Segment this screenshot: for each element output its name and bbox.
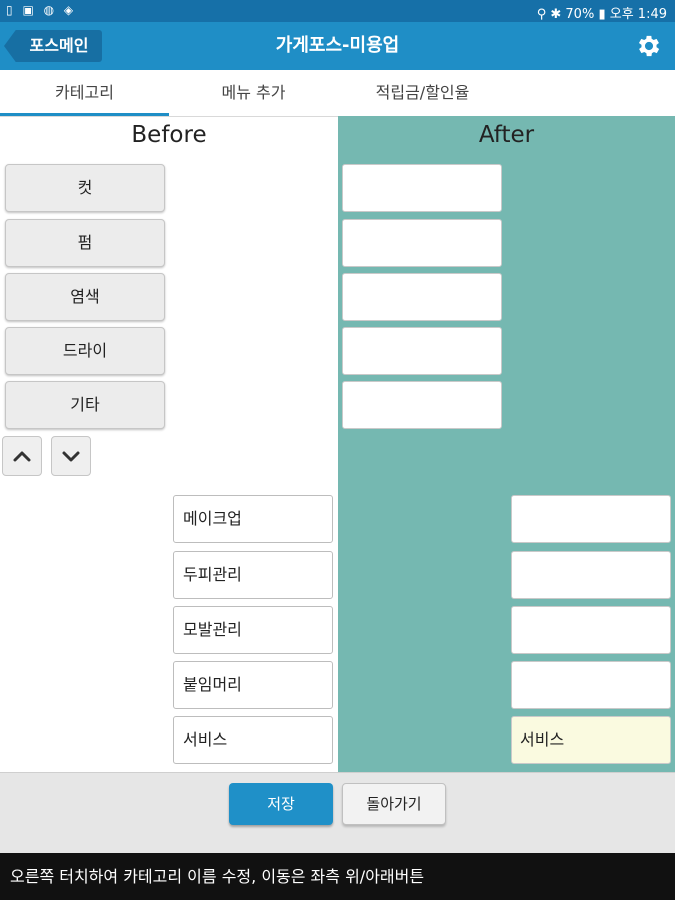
battery-percent: 70% — [565, 7, 595, 22]
file-icon: ▯ — [6, 3, 16, 17]
before-category-5[interactable]: 기타 — [5, 381, 165, 429]
signal-icon: ✱ — [550, 7, 562, 22]
before-sub-item-5[interactable]: 서비스 — [173, 716, 333, 764]
after-category-5[interactable] — [342, 381, 502, 429]
circle-icon: ◍ — [43, 3, 58, 17]
after-category-4[interactable] — [342, 327, 502, 375]
after-sub-item-1[interactable] — [511, 495, 671, 543]
move-down-button[interactable] — [51, 436, 91, 476]
before-sub-item-2[interactable]: 두피관리 — [173, 551, 333, 599]
after-category-1[interactable] — [342, 164, 502, 212]
before-category-3[interactable]: 염색 — [5, 273, 165, 321]
after-sub-item-5[interactable]: 서비스 — [511, 716, 671, 764]
after-sub-item-3[interactable] — [511, 606, 671, 654]
save-button[interactable]: 저장 — [229, 783, 333, 825]
tab-points-discount[interactable]: 적립금/할인율 — [338, 70, 507, 116]
tab-category[interactable]: 카테고리 — [0, 70, 169, 116]
image-icon: ▣ — [22, 3, 37, 17]
pos-main-back-button[interactable]: 포스메인 — [4, 30, 102, 62]
help-message: 오른쪽 터치하여 카테고리 이름 수정, 이동은 좌측 위/아래버튼 — [0, 853, 675, 900]
box-icon: ◈ — [63, 3, 77, 17]
tab-menu-add[interactable]: 메뉴 추가 — [169, 70, 338, 116]
before-sub-item-3[interactable]: 모발관리 — [173, 606, 333, 654]
footer-actions: 저장 돌아가기 — [0, 772, 675, 854]
after-heading: After — [478, 122, 535, 148]
location-icon: ⚲ — [536, 7, 547, 22]
tab-bar: 카테고리 메뉴 추가 적립금/할인율 — [0, 70, 675, 117]
battery-icon: ▮ — [598, 7, 606, 22]
after-category-3[interactable] — [342, 273, 502, 321]
app-bar: 가게포스-미용업 포스메인 — [0, 22, 675, 70]
before-sub-item-1[interactable]: 메이크업 — [173, 495, 333, 543]
clock: 오후 1:49 — [609, 7, 667, 22]
before-category-1[interactable]: 컷 — [5, 164, 165, 212]
status-right: ⚲ ✱ 70% ▮ 오후 1:49 — [537, 3, 667, 22]
category-editor: Before After 컷 펌 염색 드라이 기타 메이크업 두피관리 모발관… — [0, 116, 675, 772]
move-up-button[interactable] — [2, 436, 42, 476]
before-category-4[interactable]: 드라이 — [5, 327, 165, 375]
status-bar: ▯ ▣ ◍ ◈ ⚲ ✱ 70% ▮ 오후 1:49 — [0, 0, 675, 22]
chevron-up-icon — [13, 451, 31, 462]
chevron-down-icon — [62, 451, 80, 462]
gear-icon[interactable] — [635, 32, 663, 60]
after-category-2[interactable] — [342, 219, 502, 267]
before-sub-item-4[interactable]: 붙임머리 — [173, 661, 333, 709]
after-sub-item-4[interactable] — [511, 661, 671, 709]
go-back-button[interactable]: 돌아가기 — [342, 783, 446, 825]
notification-icons: ▯ ▣ ◍ ◈ — [6, 3, 76, 17]
before-category-2[interactable]: 펌 — [5, 219, 165, 267]
before-heading: Before — [131, 122, 207, 148]
after-sub-item-2[interactable] — [511, 551, 671, 599]
